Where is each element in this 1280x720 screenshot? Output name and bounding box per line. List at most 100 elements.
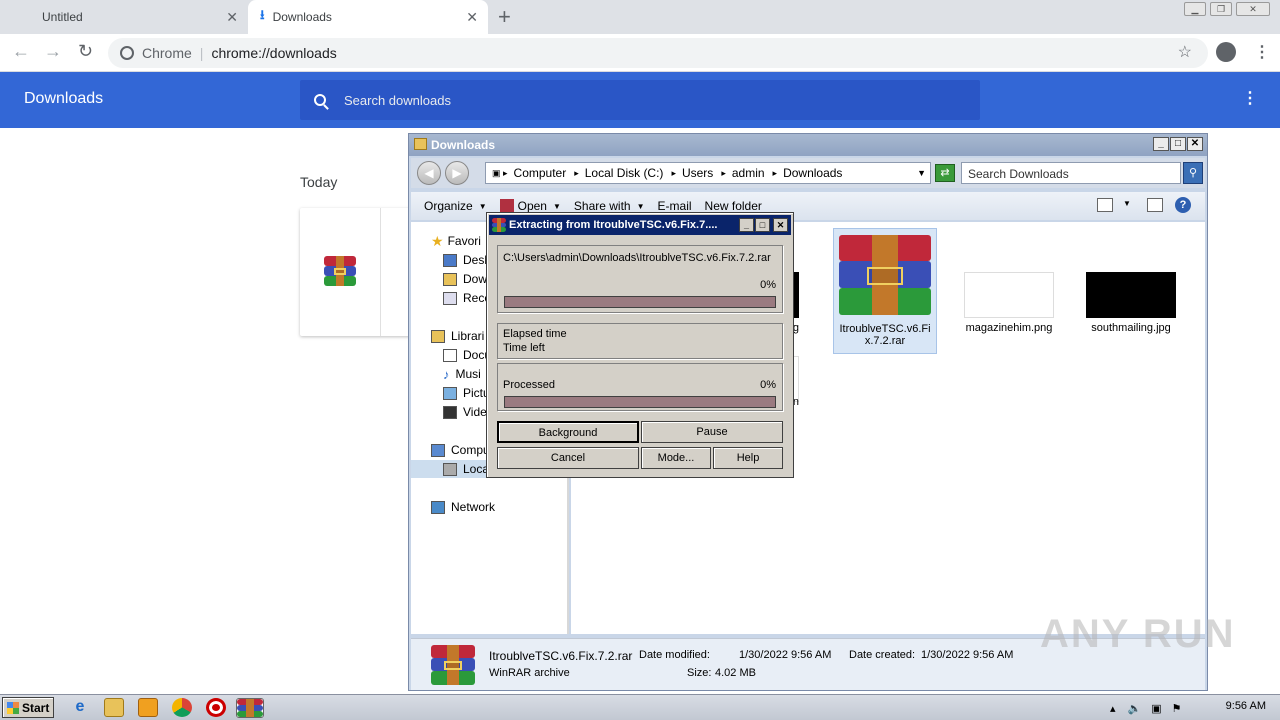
breadcrumb-item[interactable]: Downloads bbox=[783, 166, 842, 180]
recent-places-icon bbox=[443, 291, 457, 305]
network-tray-icon[interactable]: ▣ bbox=[1151, 702, 1161, 715]
nav-pictures[interactable]: Pictu bbox=[443, 384, 490, 402]
dialog-titlebar[interactable]: Extracting from ItroublveTSC.v6.Fix.7...… bbox=[489, 215, 791, 235]
cancel-button[interactable]: Cancel bbox=[497, 447, 639, 469]
change-view-icon[interactable] bbox=[1097, 198, 1113, 212]
search-icon[interactable]: ⚲ bbox=[1183, 162, 1203, 184]
chevron-down-icon[interactable]: ▼ bbox=[1123, 199, 1131, 208]
forward-icon[interactable]: ▶ bbox=[445, 161, 469, 185]
email-button[interactable]: E-mail bbox=[658, 199, 692, 213]
tab-untitled[interactable]: Untitled ✕ bbox=[30, 0, 248, 34]
nav-videos[interactable]: Vide bbox=[443, 403, 487, 421]
help-icon[interactable]: ? bbox=[1175, 197, 1191, 213]
browser-menu-icon[interactable]: ⋮ bbox=[1254, 42, 1270, 62]
nav-label: Musi bbox=[455, 367, 481, 381]
preview-pane-icon[interactable] bbox=[1147, 198, 1163, 212]
search-downloads-input[interactable]: Search downloads bbox=[300, 80, 980, 120]
nav-favorites[interactable]: ★ Favori bbox=[431, 232, 481, 250]
maximize-button[interactable]: □ bbox=[1170, 137, 1186, 151]
refresh-icon[interactable]: ⇄ bbox=[935, 164, 955, 182]
winrar-archive-icon bbox=[431, 645, 475, 685]
nav-network[interactable]: Network bbox=[431, 498, 495, 516]
forward-icon[interactable]: → bbox=[44, 41, 62, 62]
minimize-button[interactable]: _ bbox=[1153, 137, 1169, 151]
downloads-header: Downloads Search downloads ⋮ bbox=[0, 72, 1280, 128]
action-center-flag-icon[interactable]: ⚑ bbox=[1172, 702, 1182, 715]
breadcrumb-item[interactable]: admin bbox=[732, 166, 765, 180]
close-button[interactable]: ✕ bbox=[1187, 137, 1203, 151]
tab-label: Downloads bbox=[272, 10, 332, 24]
open-button[interactable]: Open ▼ bbox=[499, 199, 561, 213]
minimize-button[interactable]: ▁ bbox=[1184, 2, 1206, 16]
show-hidden-icons-icon[interactable]: ▴ bbox=[1110, 702, 1116, 715]
tab-downloads[interactable]: ⭳ Downloads ✕ bbox=[248, 0, 488, 34]
mode-button[interactable]: Mode... bbox=[641, 447, 711, 469]
close-window-button[interactable]: ✕ bbox=[1236, 2, 1270, 16]
nav-label: Dow bbox=[463, 272, 488, 286]
background-button[interactable]: Background bbox=[497, 421, 639, 443]
button-label: Open bbox=[517, 199, 547, 213]
chevron-down-icon[interactable]: ▼ bbox=[917, 168, 926, 178]
breadcrumb-item[interactable]: Local Disk (C:) bbox=[585, 166, 664, 180]
nav-computer[interactable]: Compu bbox=[431, 441, 490, 459]
elapsed-time-label: Elapsed time bbox=[503, 328, 567, 340]
file-item[interactable]: magazinehim.png bbox=[957, 272, 1061, 334]
profile-avatar-icon[interactable] bbox=[1216, 42, 1236, 62]
chevron-down-icon: ▼ bbox=[552, 201, 561, 211]
opera-icon[interactable] bbox=[206, 698, 226, 717]
share-with-button[interactable]: Share with ▼ bbox=[574, 199, 645, 213]
date-section-heading: Today bbox=[300, 174, 338, 190]
button-label: Organize bbox=[424, 199, 473, 213]
file-progress-bar bbox=[504, 296, 776, 308]
internet-explorer-icon[interactable]: e bbox=[70, 698, 90, 717]
music-icon: ♪ bbox=[443, 366, 450, 382]
media-player-icon[interactable] bbox=[138, 698, 158, 717]
new-tab-button[interactable]: + bbox=[498, 4, 511, 30]
back-icon[interactable]: ◀ bbox=[417, 161, 441, 185]
restore-button[interactable]: ❐ bbox=[1210, 2, 1232, 16]
close-button[interactable]: ✕ bbox=[773, 218, 788, 232]
size-value: 4.02 MB bbox=[715, 667, 756, 679]
minimize-button[interactable]: _ bbox=[739, 218, 754, 232]
computer-icon bbox=[431, 443, 445, 457]
chrome-icon[interactable] bbox=[172, 698, 192, 717]
close-tab-icon[interactable]: ✕ bbox=[466, 9, 478, 26]
file-explorer-icon[interactable] bbox=[104, 698, 124, 717]
reload-icon[interactable]: ↻ bbox=[78, 41, 93, 62]
breadcrumb[interactable]: ▣ ▸ Computer ▸ Local Disk (C:) ▸ Users ▸… bbox=[485, 162, 931, 184]
nav-downloads[interactable]: Dow bbox=[443, 270, 487, 288]
volume-icon[interactable]: 🔈 bbox=[1128, 702, 1142, 715]
help-button[interactable]: Help bbox=[713, 447, 783, 469]
processed-percent: 0% bbox=[760, 379, 776, 391]
organize-button[interactable]: Organize ▼ bbox=[424, 199, 487, 213]
explorer-titlebar[interactable]: Downloads _ □ ✕ bbox=[409, 134, 1207, 156]
more-actions-icon[interactable]: ⋮ bbox=[1242, 88, 1258, 108]
file-name: southmailing.jpg bbox=[1091, 322, 1171, 334]
start-button[interactable]: Start bbox=[2, 697, 54, 718]
winrar-taskbar-button[interactable] bbox=[236, 698, 264, 718]
close-tab-icon[interactable]: ✕ bbox=[226, 9, 238, 26]
address-bar[interactable]: Chrome | chrome://downloads ☆ bbox=[108, 38, 1208, 68]
bookmark-star-icon[interactable]: ☆ bbox=[1178, 42, 1192, 62]
created-value: 1/30/2022 9:56 AM bbox=[921, 649, 1014, 661]
chevron-right-icon: ▸ bbox=[721, 167, 726, 178]
clock[interactable]: 9:56 AM bbox=[1226, 700, 1266, 712]
button-label: Share with bbox=[573, 199, 631, 213]
breadcrumb-item[interactable]: Users bbox=[682, 166, 713, 180]
nav-libraries[interactable]: Librari bbox=[431, 327, 484, 345]
maximize-button[interactable]: □ bbox=[755, 218, 770, 232]
nav-desktop[interactable]: Desk bbox=[443, 251, 490, 269]
nav-music[interactable]: ♪ Musi bbox=[443, 365, 481, 383]
file-item[interactable]: southmailing.jpg bbox=[1079, 272, 1183, 334]
breadcrumb-item[interactable]: Computer bbox=[514, 166, 567, 180]
site-info-icon[interactable] bbox=[120, 46, 134, 60]
file-item-selected[interactable]: ItroublveTSC.v6.Fix.7.2.rar bbox=[833, 228, 937, 354]
explorer-search-input[interactable]: Search Downloads bbox=[961, 162, 1181, 184]
processed-group: Processed 0% bbox=[497, 363, 783, 411]
nav-recent[interactable]: Rece bbox=[443, 289, 491, 307]
nav-documents[interactable]: Docu bbox=[443, 346, 491, 364]
pause-button[interactable]: Pause bbox=[641, 421, 783, 443]
drive-icon bbox=[443, 462, 457, 476]
new-folder-button[interactable]: New folder bbox=[705, 199, 762, 213]
back-icon[interactable]: ← bbox=[12, 41, 30, 62]
